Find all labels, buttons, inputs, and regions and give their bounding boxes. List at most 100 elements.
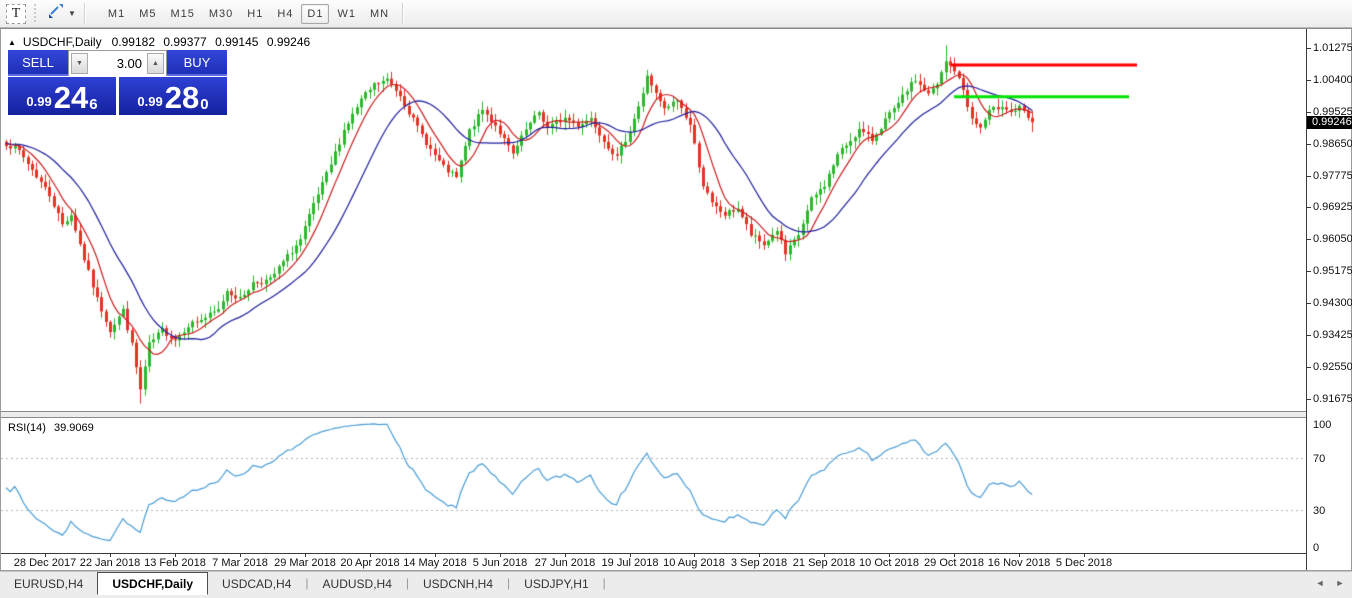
price-axis-label: 0.93425 — [1313, 329, 1352, 341]
price-axis-label: 0.94300 — [1313, 297, 1352, 309]
text-tool-icon[interactable]: T — [6, 4, 26, 24]
toolbar-separator — [402, 3, 403, 25]
date-label: 10 Aug 2018 — [663, 557, 725, 569]
high-value: 0.99377 — [163, 35, 206, 49]
sell-price-prefix: 0.99 — [26, 94, 51, 109]
tab-usdcad-h4[interactable]: USDCAD,H4 — [208, 573, 305, 594]
sell-button[interactable]: SELL — [8, 50, 68, 76]
open-value: 0.99182 — [112, 35, 155, 49]
timeframe-mn[interactable]: MN — [364, 4, 395, 24]
low-value: 0.99145 — [215, 35, 258, 49]
timeframe-m1[interactable]: M1 — [102, 4, 131, 24]
price-axis-tick — [1307, 176, 1311, 177]
buy-price-pips: 28 — [165, 84, 199, 112]
panel-splitter[interactable] — [1, 411, 1307, 418]
rsi-name: RSI(14) — [8, 422, 46, 434]
buy-price-point: 0 — [200, 98, 208, 112]
price-axis-label: 0.96925 — [1313, 201, 1352, 213]
price-axis-tick — [1307, 144, 1311, 145]
buy-price-prefix: 0.99 — [137, 94, 162, 109]
tab-eurusd-h4[interactable]: EURUSD,H4 — [0, 573, 97, 594]
price-axis-label: 1.01275 — [1313, 42, 1352, 54]
volume-increase-button[interactable]: ▲ — [147, 53, 164, 74]
date-label: 5 Jun 2018 — [473, 557, 527, 569]
top-toolbar: T ▼ M1 M5 M15 M30 H1 H4 D1 W1 MN — [0, 0, 1352, 28]
date-label: 29 Mar 2018 — [274, 557, 336, 569]
toolbar-separator — [84, 3, 85, 25]
rsi-indicator-label: RSI(14) 39.9069 — [8, 422, 99, 434]
date-label: 29 Oct 2018 — [924, 557, 984, 569]
tab-usdcnh-h4[interactable]: USDCNH,H4 — [409, 573, 507, 594]
date-label: 13 Feb 2018 — [144, 557, 206, 569]
price-axis-tick — [1307, 80, 1311, 81]
price-axis-tick — [1307, 239, 1311, 240]
timeframe-m5[interactable]: M5 — [133, 4, 162, 24]
timeframe-h1[interactable]: H1 — [241, 4, 269, 24]
timeframe-m15[interactable]: M15 — [164, 4, 200, 24]
price-axis-tick — [1307, 303, 1311, 304]
price-axis-label: 0.95175 — [1313, 265, 1352, 277]
price-axis-label: 1.00400 — [1313, 74, 1352, 86]
timeframe-group: M1 M5 M15 M30 H1 H4 D1 W1 MN — [101, 4, 396, 24]
timeframe-m30[interactable]: M30 — [203, 4, 239, 24]
price-axis-tick — [1307, 399, 1311, 400]
rsi-axis-label: 0 — [1313, 542, 1319, 554]
date-label: 14 May 2018 — [403, 557, 467, 569]
chevron-down-icon[interactable]: ▼ — [68, 9, 76, 18]
buy-button[interactable]: BUY — [167, 50, 227, 76]
price-axis-tick — [1307, 271, 1311, 272]
toolbar-grip — [33, 4, 38, 24]
date-label: 20 Apr 2018 — [340, 557, 399, 569]
close-value: 0.99246 — [267, 35, 310, 49]
date-label: 21 Sep 2018 — [793, 557, 855, 569]
tab-scroll-left-icon[interactable]: ◄ — [1312, 575, 1328, 591]
timeframe-d1[interactable]: D1 — [301, 4, 329, 24]
date-label: 5 Dec 2018 — [1056, 557, 1112, 569]
ohlc-readout: 0.99182 0.99377 0.99145 0.99246 — [107, 35, 311, 49]
tab-scroll-right-icon[interactable]: ► — [1332, 575, 1348, 591]
chart-tab-bar: EURUSD,H4 USDCHF,Daily USDCAD,H4 | AUDUS… — [0, 571, 1352, 598]
rsi-axis-label: 100 — [1313, 419, 1331, 431]
price-axis-label: 0.96050 — [1313, 233, 1352, 245]
rsi-value: 39.9069 — [54, 422, 94, 434]
rsi-axis-label: 30 — [1313, 505, 1325, 517]
price-axis-tick — [1307, 112, 1311, 113]
date-axis[interactable]: 28 Dec 201722 Jan 201813 Feb 20187 Mar 2… — [1, 553, 1307, 570]
sell-price-panel[interactable]: 0.99 24 6 — [8, 77, 116, 115]
one-click-trading-widget: SELL ▼ ▲ BUY 0.99 24 6 0.99 28 0 — [8, 50, 227, 115]
price-axis-label: 0.97775 — [1313, 170, 1352, 182]
sync-arrows-icon — [47, 3, 65, 24]
chart-title: ▲ USDCHF,Daily 0.99182 0.99377 0.99145 0… — [8, 35, 310, 49]
current-price-tag: 0.99246 — [1307, 116, 1352, 129]
rsi-chart-canvas[interactable] — [1, 418, 1307, 553]
date-label: 19 Jul 2018 — [602, 557, 659, 569]
rsi-axis-label: 70 — [1313, 453, 1325, 465]
tab-separator: | — [603, 576, 606, 590]
volume-decrease-button[interactable]: ▼ — [71, 53, 88, 74]
chart-window: 28 Dec 201722 Jan 201813 Feb 20187 Mar 2… — [0, 28, 1352, 571]
volume-input[interactable] — [90, 51, 145, 76]
date-label: 22 Jan 2018 — [80, 557, 141, 569]
tab-usdjpy-h1[interactable]: USDJPY,H1 — [510, 573, 602, 594]
tab-audusd-h4[interactable]: AUDUSD,H4 — [309, 573, 406, 594]
price-axis-tick — [1307, 207, 1311, 208]
timeframe-h4[interactable]: H4 — [271, 4, 299, 24]
date-label: 7 Mar 2018 — [212, 557, 268, 569]
tab-usdchf-daily[interactable]: USDCHF,Daily — [97, 572, 208, 595]
price-axis-tick — [1307, 367, 1311, 368]
price-axis-tick — [1307, 48, 1311, 49]
date-label: 16 Nov 2018 — [988, 557, 1050, 569]
price-axis-label: 0.98650 — [1313, 138, 1352, 150]
sync-charts-tool[interactable]: ▼ — [47, 3, 76, 24]
price-axis[interactable]: 1.012751.004000.995250.986500.977750.969… — [1306, 29, 1351, 570]
price-axis-label: 0.92550 — [1313, 361, 1352, 373]
date-label: 3 Sep 2018 — [731, 557, 787, 569]
timeframe-w1[interactable]: W1 — [331, 4, 362, 24]
volume-box: ▼ ▲ — [68, 50, 167, 76]
sell-price-point: 6 — [89, 98, 97, 112]
symbol-label: USDCHF,Daily — [23, 35, 102, 49]
sell-price-pips: 24 — [54, 84, 88, 112]
buy-price-panel[interactable]: 0.99 28 0 — [119, 77, 227, 115]
date-label: 27 Jun 2018 — [535, 557, 596, 569]
collapse-triangle-icon[interactable]: ▲ — [8, 38, 16, 47]
